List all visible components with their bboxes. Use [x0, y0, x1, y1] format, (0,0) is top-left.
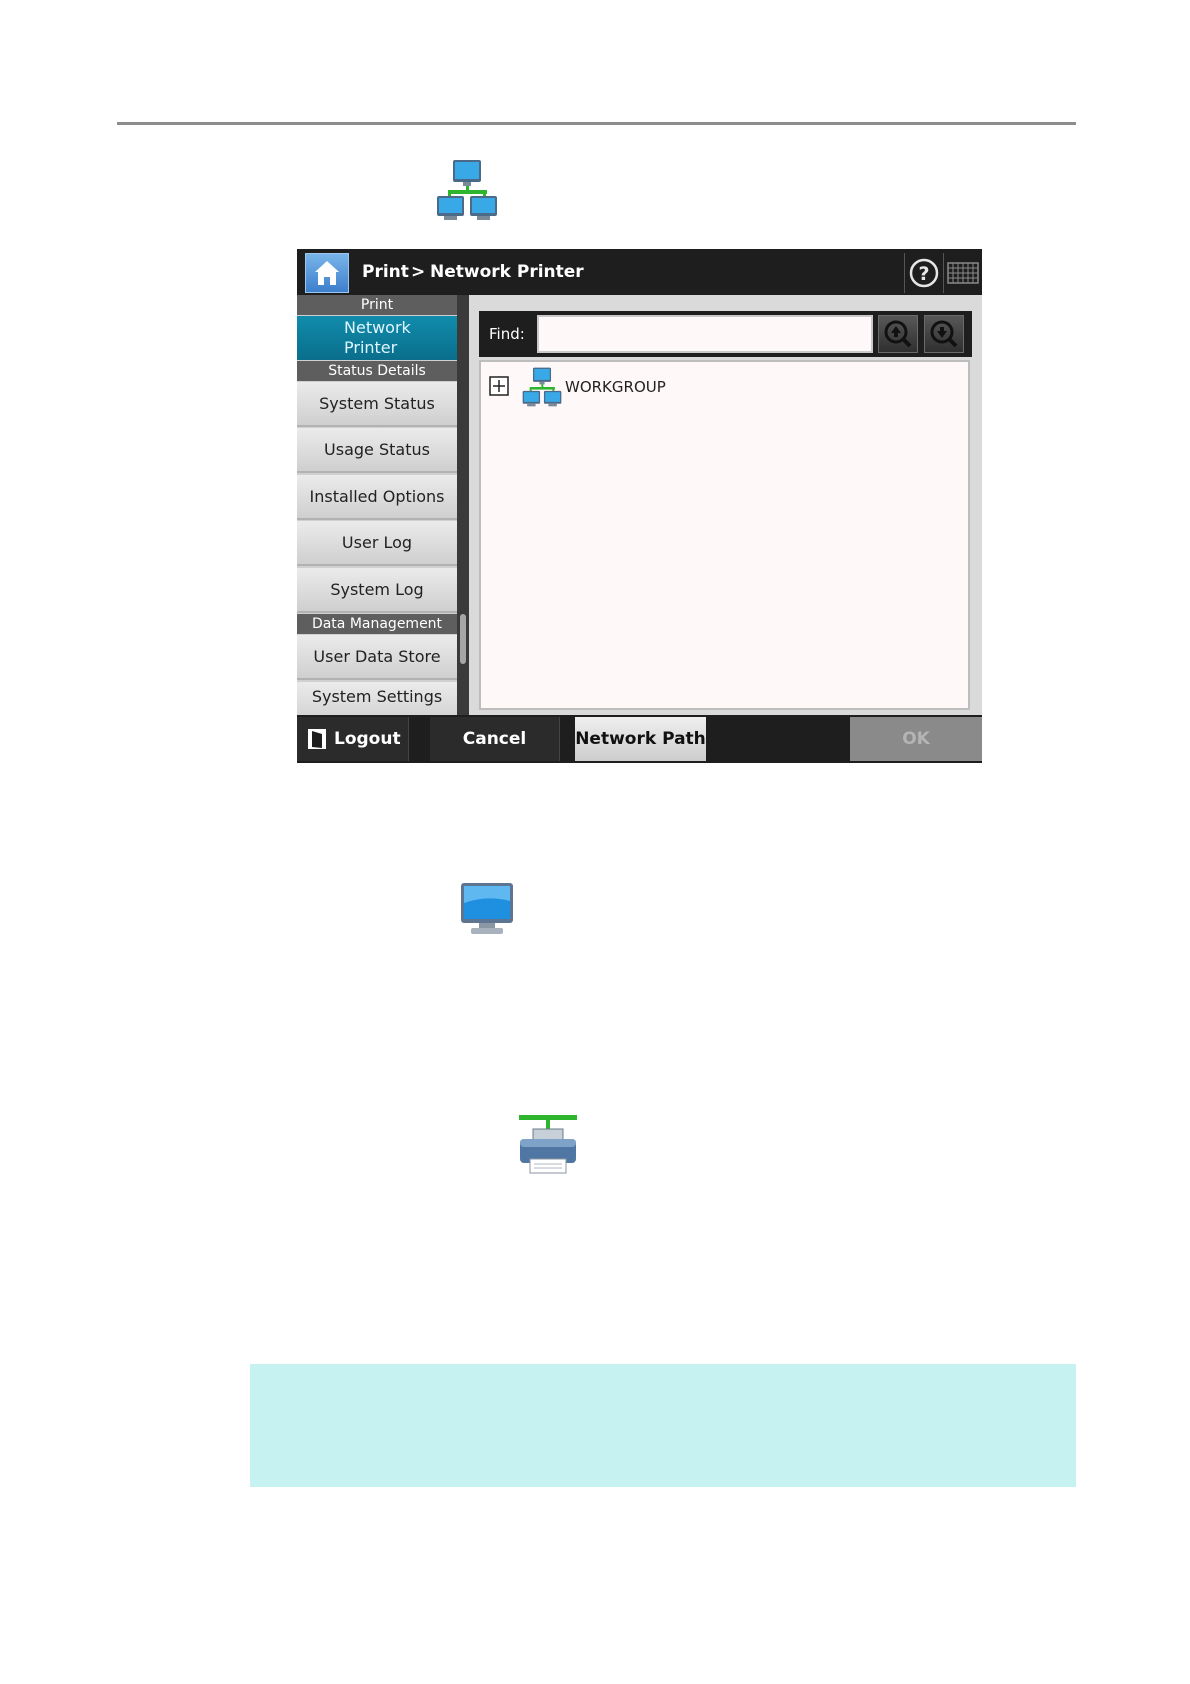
sidebar-item-installed-options[interactable]: Installed Options [297, 475, 457, 520]
find-previous-button[interactable] [878, 315, 918, 353]
top-rule [117, 122, 1076, 125]
content-area: Find: WORKGROUP [469, 295, 982, 715]
help-icon: ? [909, 258, 939, 288]
network-path-button[interactable]: Network Path [575, 717, 706, 761]
network-printer-icon [519, 1115, 577, 1174]
breadcrumb-network-printer: Network Printer [430, 262, 584, 282]
keyboard-button[interactable] [943, 253, 981, 293]
note-box [250, 1364, 1076, 1487]
sidebar-scrollbar-thumb[interactable] [460, 614, 466, 664]
ok-button[interactable]: OK [850, 717, 982, 761]
home-icon [315, 261, 339, 285]
logout-label: Logout [334, 729, 401, 749]
device-screen: Print > Network Printer ? Print Network … [297, 249, 982, 763]
find-label: Find: [489, 325, 525, 343]
sidebar-section-data-management: Data Management [297, 614, 457, 634]
expand-icon[interactable] [489, 376, 509, 396]
sidebar-item-system-log[interactable]: System Log [297, 568, 457, 613]
find-bar: Find: [479, 311, 972, 357]
logout-icon [308, 729, 326, 749]
sidebar-item-user-log[interactable]: User Log [297, 521, 457, 566]
cancel-button[interactable]: Cancel [430, 717, 560, 761]
find-next-icon [930, 320, 958, 348]
breadcrumb-separator: > [411, 262, 426, 282]
tree-item-label: WORKGROUP [565, 378, 666, 396]
find-input[interactable] [537, 315, 873, 353]
find-next-button[interactable] [924, 315, 964, 353]
home-button[interactable] [305, 253, 349, 293]
sidebar-item-system-status[interactable]: System Status [297, 382, 457, 427]
network-tree: WORKGROUP [479, 360, 970, 710]
sidebar-item-usage-status[interactable]: Usage Status [297, 428, 457, 473]
keyboard-icon [947, 262, 979, 284]
sidebar-section-print: Print [297, 295, 457, 315]
bottom-bar: Logout Cancel Network Path OK [297, 715, 982, 763]
breadcrumb-print[interactable]: Print [362, 261, 409, 283]
sidebar-item-label-line1: Network [344, 318, 411, 337]
workgroup-icon [522, 367, 562, 407]
find-previous-icon [884, 320, 912, 348]
sidebar: Print Network Printer Status Details Sys… [297, 295, 457, 715]
sidebar-item-system-settings[interactable]: System Settings [297, 682, 457, 715]
sidebar-item-network-printer[interactable]: Network Printer [297, 316, 457, 360]
sidebar-item-label-line2: Printer [344, 338, 398, 357]
sidebar-item-user-data-store[interactable]: User Data Store [297, 635, 457, 680]
workgroup-icon [437, 160, 497, 220]
logout-button[interactable]: Logout [297, 717, 409, 761]
help-button[interactable]: ? [904, 253, 942, 293]
title-bar: Print > Network Printer ? [297, 249, 982, 295]
computer-icon [461, 883, 513, 934]
svg-text:?: ? [918, 263, 929, 285]
sidebar-section-status-details: Status Details [297, 361, 457, 381]
